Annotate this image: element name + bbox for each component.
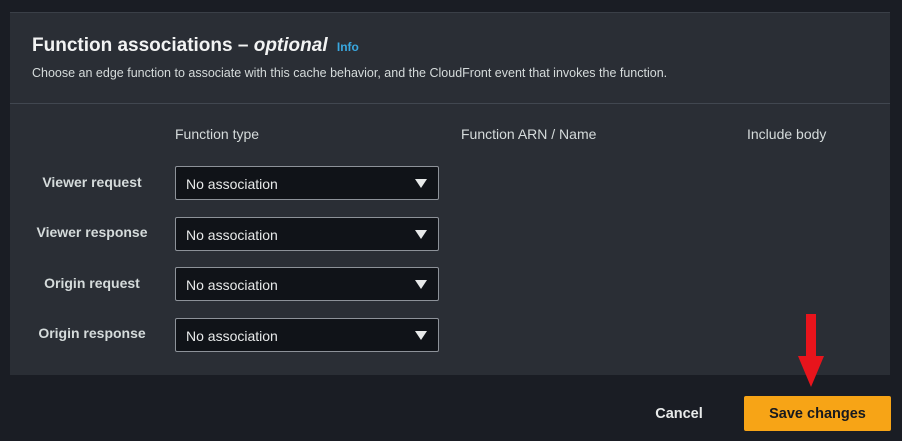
panel-title-optional: optional	[253, 35, 328, 56]
panel-header: Function associations – optional Info Ch…	[10, 13, 890, 104]
select-value: No association	[186, 227, 278, 243]
row-label-viewer-response: Viewer response	[36, 224, 148, 240]
function-associations-panel: Function associations – optional Info Ch…	[10, 12, 890, 375]
viewer-request-function-type-select[interactable]: No association	[175, 166, 439, 200]
caret-down-icon	[415, 230, 427, 239]
column-header-function-arn: Function ARN / Name	[461, 126, 597, 142]
cancel-button[interactable]: Cancel	[640, 398, 718, 430]
panel-title: Function associations – optional Info	[32, 35, 359, 57]
row-label-origin-response: Origin response	[38, 325, 146, 341]
info-link[interactable]: Info	[337, 40, 359, 54]
origin-request-function-type-select[interactable]: No association	[175, 267, 439, 301]
column-header-include-body: Include body	[747, 126, 827, 142]
viewer-response-function-type-select[interactable]: No association	[175, 217, 439, 251]
caret-down-icon	[415, 179, 427, 188]
panel-description: Choose an edge function to associate wit…	[32, 66, 668, 80]
row-label-viewer-request: Viewer request	[42, 174, 142, 190]
row-label-origin-request: Origin request	[44, 275, 140, 291]
origin-response-function-type-select[interactable]: No association	[175, 318, 439, 352]
caret-down-icon	[415, 280, 427, 289]
select-value: No association	[186, 176, 278, 192]
select-value: No association	[186, 328, 278, 344]
save-changes-button[interactable]: Save changes	[744, 396, 891, 431]
caret-down-icon	[415, 331, 427, 340]
column-header-function-type: Function type	[175, 126, 260, 142]
select-value: No association	[186, 277, 278, 293]
panel-title-text: Function associations –	[32, 35, 254, 56]
red-down-arrow-icon	[798, 314, 824, 387]
